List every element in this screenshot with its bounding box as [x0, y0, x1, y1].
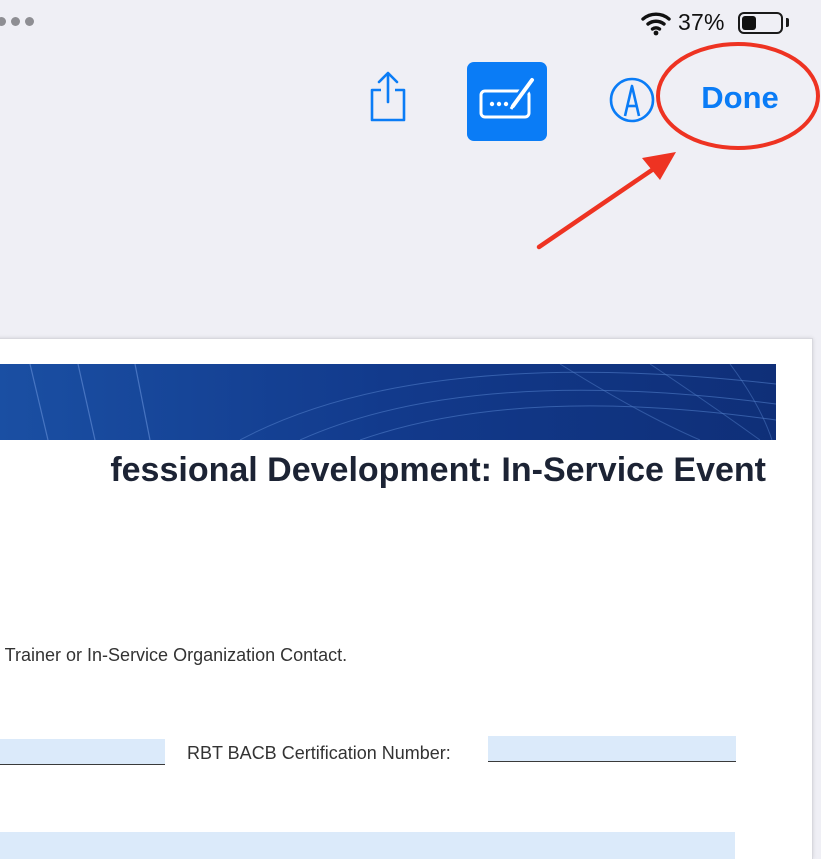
battery-icon: [738, 12, 783, 34]
markup-pen-icon[interactable]: [608, 76, 656, 124]
arrow-icon: [536, 152, 676, 250]
share-icon[interactable]: [364, 66, 412, 126]
battery-percent: 37%: [678, 9, 725, 35]
certification-number-field[interactable]: [488, 736, 736, 762]
document-header-banner: [0, 364, 776, 440]
wifi-icon: [641, 12, 671, 36]
name-input-field[interactable]: [0, 739, 165, 765]
three-dots-icon[interactable]: [0, 17, 34, 26]
status-bar: 37%: [0, 0, 821, 46]
done-button[interactable]: Done: [690, 78, 790, 118]
certification-label: RBT BACB Certification Number:: [187, 743, 451, 763]
form-fill-icon[interactable]: [467, 62, 547, 141]
form-input-field[interactable]: [0, 832, 735, 859]
document-title: fessional Development: In-Service Event: [110, 451, 766, 489]
document-instruction: e Trainer or In-Service Organization Con…: [0, 645, 348, 665]
document-page: fessional Development: In-Service Event …: [0, 338, 813, 859]
battery-tip: [786, 18, 789, 27]
